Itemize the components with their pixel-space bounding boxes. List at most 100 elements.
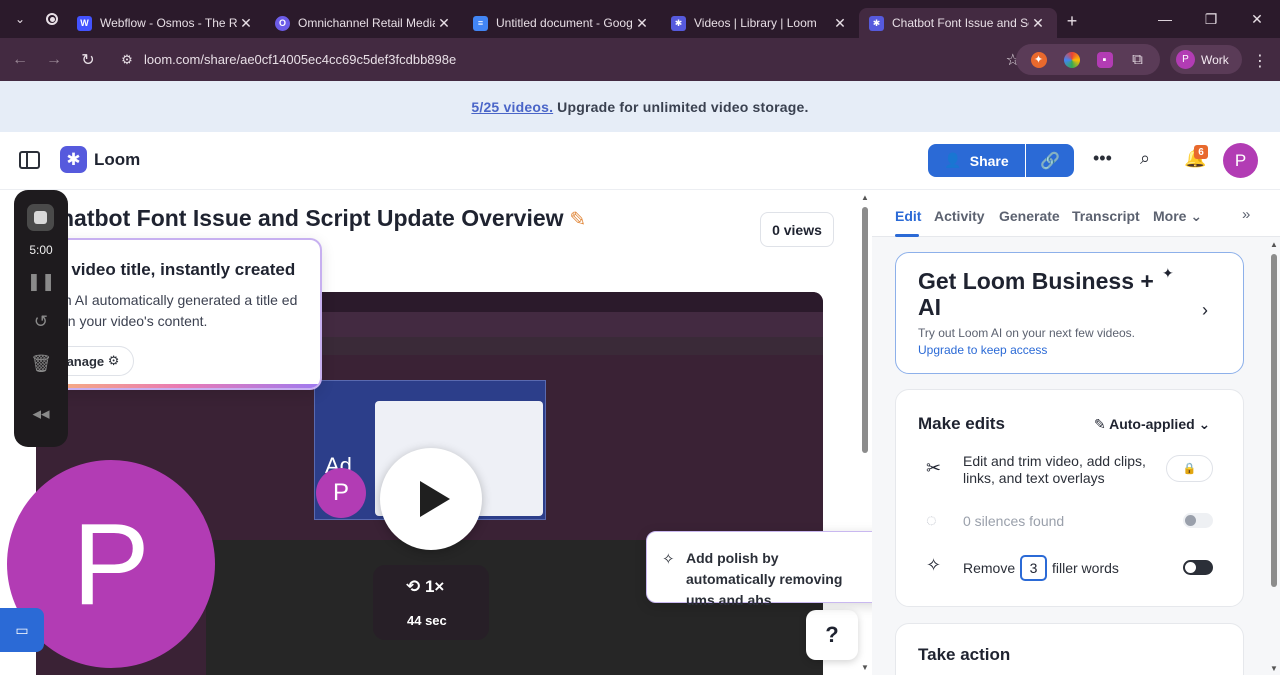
browser-menu-icon[interactable]: ⋮ bbox=[1252, 51, 1268, 71]
address-bar[interactable]: ⚙ loom.com/share/ae0cf14005ec4cc69c5def3… bbox=[110, 43, 1020, 76]
filler-count-input[interactable]: 3 bbox=[1020, 555, 1047, 581]
loom-business-upsell[interactable]: Get Loom Business + AI ✦ Try out Loom AI… bbox=[895, 252, 1244, 374]
make-edits-card: Make edits ✎ Auto-applied ⌄ ✂ Edit and t… bbox=[895, 389, 1244, 607]
video-title[interactable]: hatbot Font Issue and Script Update Over… bbox=[60, 205, 586, 232]
recording-toolbar: 5:00 ❚❚ ↺ 🗑 ◂◂ bbox=[14, 190, 68, 447]
profile-avatar: P bbox=[1176, 50, 1195, 69]
extensions-group: ✦ ▪ ⧉ bbox=[1016, 44, 1160, 75]
auto-applied-dropdown[interactable]: ✎ Auto-applied ⌄ bbox=[1094, 416, 1210, 433]
collapse-toolbar-icon[interactable]: ◂◂ bbox=[14, 404, 68, 424]
app-name[interactable]: Loom bbox=[94, 150, 140, 170]
video-count-link[interactable]: 5/25 videos. bbox=[471, 99, 553, 115]
tab-title: Videos | Library | Loom bbox=[694, 16, 817, 30]
recorded-avatar: P bbox=[316, 468, 366, 518]
ai-popover-heading: r video title, instantly created bbox=[60, 260, 296, 279]
omnichannel-favicon-icon: O bbox=[275, 15, 290, 31]
pause-icon[interactable]: ❚❚ bbox=[14, 272, 68, 292]
more-options-icon[interactable]: ••• bbox=[1093, 148, 1112, 169]
tab-transcript[interactable]: Transcript bbox=[1072, 208, 1140, 224]
filler-words-toggle[interactable] bbox=[1183, 560, 1213, 575]
extension-fox-icon[interactable]: ✦ bbox=[1030, 51, 1047, 68]
reload-icon[interactable]: ↻ bbox=[71, 50, 105, 70]
main-scroll-thumb[interactable] bbox=[862, 207, 868, 453]
restart-icon[interactable]: ↺ bbox=[14, 312, 68, 332]
profile-button[interactable]: P Work bbox=[1170, 45, 1242, 74]
scroll-down-icon[interactable]: ▼ bbox=[1270, 664, 1278, 673]
recording-indicator-icon[interactable] bbox=[37, 5, 67, 33]
tab-activity[interactable]: Activity bbox=[934, 208, 985, 224]
extensions-puzzle-icon[interactable]: ⧉ bbox=[1130, 51, 1146, 68]
lock-icon[interactable]: 🔒 bbox=[1166, 455, 1213, 482]
chevron-down-icon: ⌄ bbox=[1198, 416, 1211, 432]
panel-scroll-thumb[interactable] bbox=[1271, 254, 1277, 587]
site-info-icon[interactable]: ⚙ bbox=[110, 52, 144, 68]
ai-popover-body: m AI automatically generated a title ed … bbox=[60, 292, 298, 329]
sidebar-toggle-icon[interactable] bbox=[19, 151, 40, 169]
sparkle-wand-icon: ✧ bbox=[926, 555, 942, 575]
speed-value: 1× bbox=[424, 577, 445, 596]
scroll-down-icon[interactable]: ▼ bbox=[861, 663, 869, 672]
views-count[interactable]: 0 views bbox=[760, 212, 834, 247]
polish-toast-text: Add polish by automatically removing ums… bbox=[686, 550, 843, 608]
chevron-down-icon: ⌄ bbox=[1190, 208, 1203, 224]
trim-description[interactable]: Edit and trim video, add clips, links, a… bbox=[963, 453, 1158, 487]
extension-color-icon[interactable] bbox=[1063, 51, 1080, 68]
upsell-heading: Get Loom Business + AI bbox=[918, 268, 1154, 320]
play-icon bbox=[419, 481, 450, 517]
playback-speed[interactable]: ⟲ 1× bbox=[406, 577, 444, 597]
url-text[interactable]: loom.com/share/ae0cf14005ec4cc69c5def3fc… bbox=[144, 52, 456, 67]
silences-toggle[interactable] bbox=[1183, 513, 1213, 528]
browser-tab[interactable]: O Omnichannel Retail Media ✕ bbox=[265, 8, 463, 38]
stop-recording-button[interactable] bbox=[27, 204, 54, 231]
edit-pencil-icon[interactable]: ✎ bbox=[570, 209, 587, 231]
copy-link-button[interactable]: 🔗 bbox=[1026, 144, 1074, 177]
notification-badge: 6 bbox=[1194, 145, 1208, 159]
magic-wand-icon: ✧ bbox=[662, 551, 675, 568]
close-tab-icon[interactable]: ✕ bbox=[633, 15, 651, 32]
search-icon[interactable]: ⌕ bbox=[1140, 148, 1150, 169]
browser-toolbar: ← → ↻ ⚙ loom.com/share/ae0cf14005ec4cc69… bbox=[0, 38, 1280, 81]
tab-more-label: More bbox=[1153, 208, 1187, 224]
upgrade-link[interactable]: Upgrade to keep access bbox=[918, 343, 1047, 357]
forward-icon[interactable]: → bbox=[37, 51, 71, 69]
minimize-icon[interactable]: — bbox=[1142, 11, 1188, 27]
extension-loom-icon[interactable]: ▪ bbox=[1096, 51, 1113, 68]
tab-edit[interactable]: Edit bbox=[895, 208, 921, 224]
tab-search-button[interactable]: ⌄ bbox=[3, 5, 37, 33]
scroll-up-icon[interactable]: ▲ bbox=[1270, 240, 1278, 249]
browser-tab-active[interactable]: ✱ Chatbot Font Issue and Sc ✕ bbox=[859, 8, 1057, 38]
playback-speed-control[interactable]: ⟲ 1× 44 sec bbox=[373, 565, 489, 640]
close-window-icon[interactable]: ✕ bbox=[1234, 11, 1280, 28]
close-tab-icon[interactable]: ✕ bbox=[435, 15, 453, 32]
maximize-icon[interactable]: ❐ bbox=[1188, 11, 1234, 28]
upgrade-text: Upgrade for unlimited video storage. bbox=[557, 98, 809, 115]
share-button[interactable]: 👤 Share bbox=[928, 144, 1025, 177]
loom-recorder-launcher-icon[interactable]: ▭ bbox=[0, 608, 44, 652]
new-tab-button[interactable]: + bbox=[1057, 11, 1087, 32]
close-tab-icon[interactable]: ✕ bbox=[1029, 15, 1047, 32]
chevron-right-icon[interactable]: › bbox=[1202, 300, 1208, 321]
ai-title-popover: r video title, instantly created m AI au… bbox=[40, 238, 322, 390]
panel-scrollbar[interactable]: ▲ ▼ bbox=[1268, 240, 1280, 675]
user-avatar[interactable]: P bbox=[1223, 143, 1258, 178]
gear-icon: ⚙ bbox=[107, 353, 120, 368]
trash-icon[interactable]: 🗑 bbox=[14, 354, 68, 374]
tab-generate[interactable]: Generate bbox=[999, 208, 1060, 224]
browser-tab[interactable]: ✱ Videos | Library | Loom ✕ bbox=[661, 8, 859, 38]
tab-more[interactable]: More ⌄ bbox=[1153, 208, 1202, 225]
scroll-up-icon[interactable]: ▲ bbox=[861, 193, 869, 202]
play-button[interactable] bbox=[380, 448, 482, 550]
google-docs-favicon-icon: ≡ bbox=[473, 15, 488, 31]
browser-tab-bar: ⌄ W Webflow - Osmos - The Re ✕ O Omnicha… bbox=[0, 0, 1280, 38]
tab-title: Untitled document - Goog bbox=[496, 16, 633, 30]
loom-logo-icon[interactable]: ✱ bbox=[60, 146, 87, 173]
close-tab-icon[interactable]: ✕ bbox=[237, 15, 255, 32]
browser-tab[interactable]: ≡ Untitled document - Goog ✕ bbox=[463, 8, 661, 38]
close-tab-icon[interactable]: ✕ bbox=[831, 15, 849, 32]
collapse-panel-icon[interactable]: » bbox=[1242, 206, 1250, 223]
back-icon[interactable]: ← bbox=[3, 51, 37, 69]
popover-gradient bbox=[42, 384, 320, 388]
window-controls: — ❐ ✕ bbox=[1142, 0, 1280, 38]
browser-tab[interactable]: W Webflow - Osmos - The Re ✕ bbox=[67, 8, 265, 38]
help-button[interactable]: ? bbox=[806, 610, 858, 660]
